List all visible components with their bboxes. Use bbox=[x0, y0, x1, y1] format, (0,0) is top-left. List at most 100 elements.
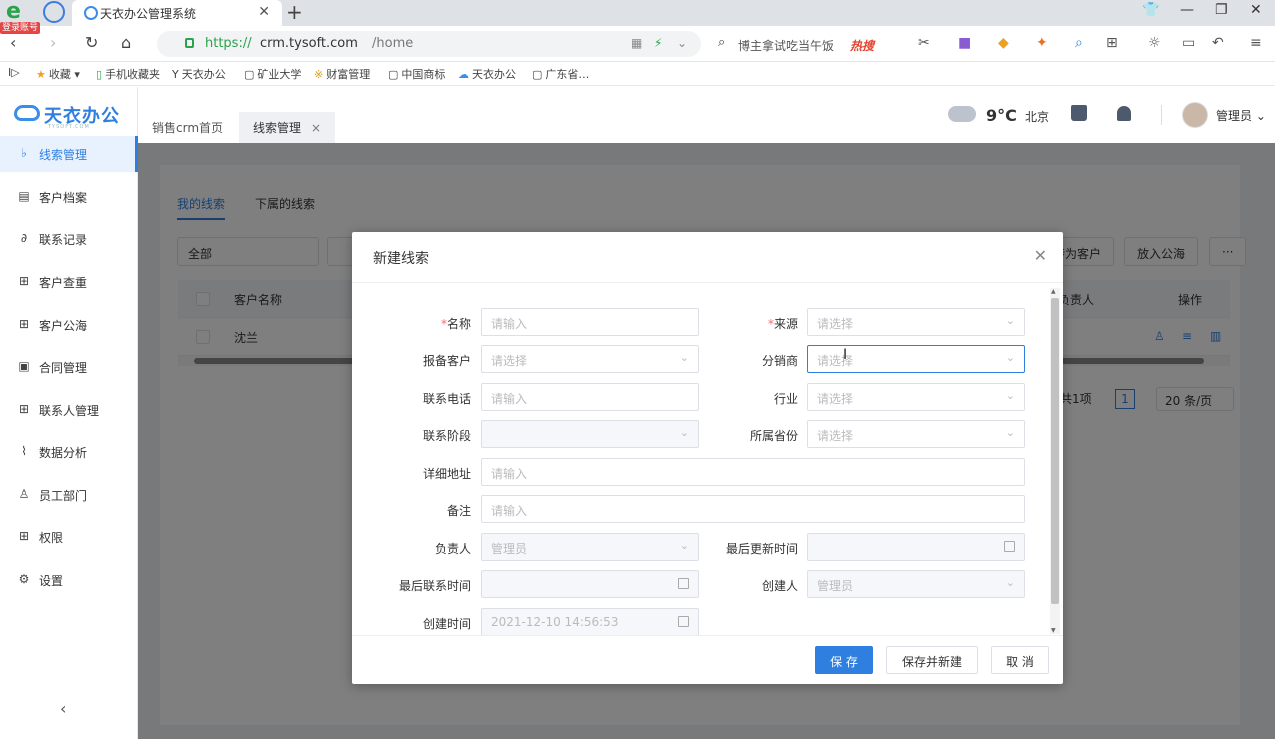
scroll-up-icon[interactable]: ▲ bbox=[1051, 288, 1056, 295]
report-customer-select[interactable]: 请选择 ⌄ bbox=[481, 345, 699, 373]
calendar-icon bbox=[1004, 541, 1015, 552]
sidebar-item-contacts[interactable]: ⊞ 联系人管理 bbox=[0, 392, 138, 428]
last-contact-picker bbox=[481, 570, 699, 598]
tab-favicon-icon bbox=[84, 6, 98, 20]
reload-icon[interactable]: ↻ bbox=[85, 33, 98, 52]
sidebar-item-dedupe[interactable]: ⊞ 客户查重 bbox=[0, 264, 138, 300]
bookmark-wealth[interactable]: ※ 财富管理 bbox=[314, 66, 370, 82]
forward-icon[interactable]: › bbox=[50, 33, 56, 52]
skin-icon[interactable] bbox=[1071, 105, 1087, 121]
browser-tab-title: 天衣办公管理系统 bbox=[100, 7, 197, 21]
brightness-icon[interactable]: ☼ bbox=[1148, 35, 1161, 51]
sidebar-item-contracts[interactable]: ▣ 合同管理 bbox=[0, 349, 138, 385]
bookmark-mining[interactable]: ▢ 矿业大学 bbox=[244, 66, 301, 82]
bookmark-favorites[interactable]: ★ 收藏 ▾ bbox=[36, 66, 80, 82]
created-at-label: 创建时间 bbox=[422, 617, 471, 631]
browser-logo-icon[interactable]: e bbox=[6, 1, 30, 24]
bookmark-trademark[interactable]: ▢ 中国商标 bbox=[388, 66, 445, 82]
sidebar-toggle-icon[interactable]: I▷ bbox=[8, 66, 20, 79]
page-icon: ▢ bbox=[244, 68, 255, 81]
sidebar-item-label: 设置 bbox=[39, 574, 64, 588]
bookmark-guangdong[interactable]: ▢ 广东省… bbox=[532, 66, 589, 82]
sidebar-item-label: 联系人管理 bbox=[39, 404, 100, 418]
bookmark-label: 广东省… bbox=[545, 68, 590, 81]
sidebar-item-records[interactable]: ∂ 联系记录 bbox=[0, 221, 138, 257]
apps-icon[interactable]: ⊞ bbox=[1106, 35, 1118, 51]
distributor-select[interactable]: 请选择 ⌄ bbox=[807, 345, 1025, 373]
game-icon[interactable]: ✦ bbox=[1036, 35, 1048, 51]
province-select[interactable]: 请选择 ⌄ bbox=[807, 420, 1025, 448]
sidebar-item-permissions[interactable]: ⊞ 权限 bbox=[0, 519, 138, 555]
chevron-down-icon[interactable]: ⌄ bbox=[677, 36, 687, 50]
created-at-value: 2021-12-10 14:56:53 bbox=[491, 615, 619, 629]
url-path: /home bbox=[372, 36, 414, 51]
grid-icon: ⊞ bbox=[18, 274, 30, 288]
chevron-down-icon: ⌄ bbox=[1005, 389, 1015, 402]
sidebar-item-settings[interactable]: ⚙ 设置 bbox=[0, 562, 138, 598]
avatar[interactable] bbox=[1182, 102, 1208, 128]
user-menu[interactable]: 管理员 ⌄ bbox=[1216, 107, 1266, 124]
sidebar-item-clues[interactable]: ♭ 线索管理 bbox=[0, 136, 138, 172]
scrollbar-thumb[interactable] bbox=[1051, 298, 1059, 604]
home-icon[interactable]: ⌂ bbox=[121, 33, 131, 52]
collapse-sidebar-icon[interactable]: ‹ bbox=[60, 699, 66, 718]
browser-toolbar: ‹ › ↻ ⌂ https:// crm.tysoft.com /home ▦ … bbox=[0, 26, 1275, 62]
undo-icon[interactable]: ↶ bbox=[1212, 35, 1224, 51]
new-tab-icon[interactable]: + bbox=[286, 0, 303, 24]
login-badge[interactable]: 登录账号 bbox=[0, 22, 41, 34]
browser-compass-icon[interactable] bbox=[43, 1, 65, 23]
sidebar-item-label: 客户查重 bbox=[39, 276, 88, 290]
tab-clue-management[interactable]: 线索管理 × bbox=[239, 112, 336, 143]
window-close-icon[interactable]: ✕ bbox=[1250, 2, 1262, 18]
back-icon[interactable]: ‹ bbox=[10, 33, 16, 52]
phone-placeholder: 请输入 bbox=[491, 392, 528, 406]
scissors-icon[interactable]: ✂ bbox=[918, 35, 930, 51]
address-input[interactable]: 请输入 bbox=[481, 458, 1025, 486]
shield-icon[interactable]: ◆ bbox=[998, 35, 1009, 51]
tab-close-icon[interactable]: × bbox=[311, 121, 321, 135]
phone-label: 联系电话 bbox=[422, 392, 471, 406]
battery-icon[interactable]: ▭ bbox=[1182, 35, 1195, 51]
tab-crm-home[interactable]: 销售crm首页 bbox=[138, 112, 237, 143]
sidebar-item-public-pool[interactable]: ⊞ 客户公海 bbox=[0, 307, 138, 343]
tab-close-icon[interactable]: ✕ bbox=[258, 4, 270, 20]
bookmark-label: 手机收藏夹 bbox=[105, 68, 161, 81]
remark-input[interactable]: 请输入 bbox=[481, 495, 1025, 523]
qr-icon[interactable]: ▦ bbox=[631, 36, 642, 50]
scroll-down-icon[interactable]: ▼ bbox=[1051, 627, 1056, 634]
phone-input[interactable]: 请输入 bbox=[481, 383, 699, 411]
source-placeholder: 请选择 bbox=[817, 317, 854, 331]
dialog-scrollbar[interactable]: ▲ ▼ bbox=[1050, 288, 1060, 634]
save-button[interactable]: 保 存 bbox=[815, 646, 873, 674]
save-and-new-button[interactable]: 保存并新建 bbox=[886, 646, 978, 674]
magnifier-icon[interactable]: ⌕ bbox=[1075, 35, 1083, 51]
lightning-icon[interactable]: ⚡ bbox=[654, 36, 662, 50]
bookmark-tianyi-2[interactable]: ☁ 天衣办公 bbox=[458, 66, 516, 82]
restore-icon[interactable]: ❐ bbox=[1215, 2, 1228, 18]
minimize-icon[interactable]: — bbox=[1180, 2, 1194, 18]
chevron-down-icon: ⌄ bbox=[1255, 109, 1266, 123]
last-update-label: 最后更新时间 bbox=[725, 542, 798, 556]
sidebar-item-staff[interactable]: ♙ 员工部门 bbox=[0, 477, 138, 513]
sidebar-item-analytics[interactable]: ⌇ 数据分析 bbox=[0, 434, 138, 470]
source-select[interactable]: 请选择 ⌄ bbox=[807, 308, 1025, 336]
bookmark-tianyi[interactable]: Y 天衣办公 bbox=[172, 66, 226, 82]
cancel-button[interactable]: 取 消 bbox=[991, 646, 1049, 674]
source-label-text: 来源 bbox=[773, 317, 798, 331]
shirt-skin-icon[interactable]: 👕 bbox=[1142, 2, 1159, 18]
sidebar-item-archive[interactable]: ▤ 客户档案 bbox=[0, 179, 138, 215]
name-input[interactable]: 请输入 bbox=[481, 308, 699, 336]
bookmark-mobile[interactable]: ▯ 手机收藏夹 bbox=[96, 66, 160, 82]
grid-icon: ⊞ bbox=[18, 402, 30, 416]
translate-icon[interactable]: ■ bbox=[958, 35, 971, 51]
browser-search[interactable]: ⌕ 博主拿试吃当午饭 热搜 bbox=[710, 31, 900, 57]
industry-select[interactable]: 请选择 ⌄ bbox=[807, 383, 1025, 411]
close-icon[interactable]: ✕ bbox=[1034, 246, 1047, 265]
bell-icon[interactable] bbox=[1117, 106, 1131, 121]
chevron-down-icon: ⌄ bbox=[679, 351, 689, 364]
menu-icon[interactable]: ≡ bbox=[1250, 35, 1262, 51]
browser-tab[interactable]: 天衣办公管理系统 ✕ bbox=[72, 0, 282, 26]
creator-label: 创建人 bbox=[761, 579, 798, 593]
address-bar[interactable]: https:// crm.tysoft.com /home ▦ ⚡ ⌄ bbox=[157, 31, 701, 57]
bookmark-label: 矿业大学 bbox=[257, 68, 302, 81]
